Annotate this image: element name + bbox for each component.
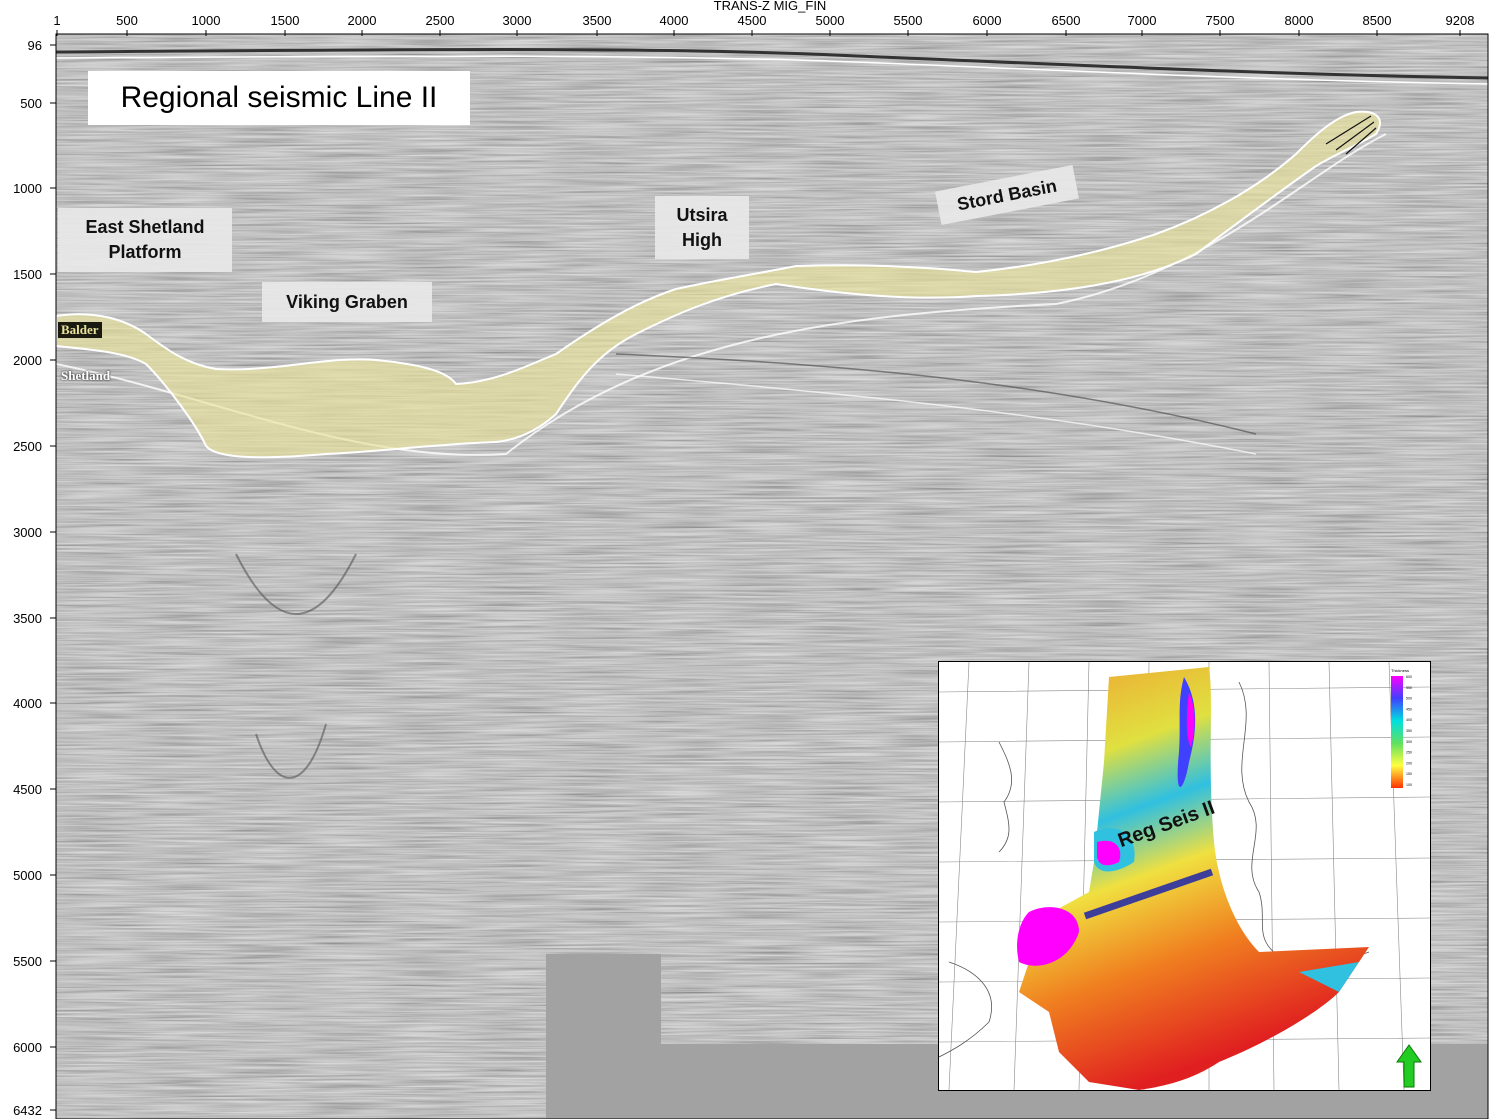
legend-tick-label: 150 bbox=[1406, 772, 1412, 776]
legend-tick-label: 550 bbox=[1406, 686, 1412, 690]
legend-tick-label: 350 bbox=[1406, 729, 1412, 733]
y-tick-label: 6432 bbox=[13, 1103, 42, 1118]
label-line: Utsira bbox=[676, 204, 728, 225]
x-tick-label: 7500 bbox=[1206, 13, 1235, 28]
y-tick-label: 2000 bbox=[13, 353, 42, 368]
x-tick-label: 5000 bbox=[816, 13, 845, 28]
y-tick-label: 1000 bbox=[13, 181, 42, 196]
section-title: TRANS-Z MIG_FIN bbox=[714, 0, 827, 13]
legend-ticks: 600 550 500 450 400 350 300 250 200 150 100 bbox=[1406, 675, 1412, 787]
x-tick-label: 6000 bbox=[973, 13, 1002, 28]
x-axis: 1 500 1000 1500 2000 2500 3000 3500 4000 4500 5000… bbox=[53, 13, 1474, 36]
y-axis: 96 500 1000 1500 2000 2500 3000 3500 4000 4500 500… bbox=[13, 38, 56, 1118]
y-tick-label: 2500 bbox=[13, 439, 42, 454]
legend-tick-label: 200 bbox=[1406, 761, 1412, 765]
y-tick-label: 6000 bbox=[13, 1040, 42, 1055]
x-tick-label: 3500 bbox=[583, 13, 612, 28]
label-viking-graben: Viking Graben bbox=[262, 282, 432, 322]
legend-tick-label: 450 bbox=[1406, 707, 1412, 711]
legend-tick-label: 250 bbox=[1406, 751, 1412, 755]
legend-tick-label: 600 bbox=[1406, 675, 1412, 679]
x-tick-label: 500 bbox=[116, 13, 138, 28]
label-east-shetland-platform: East Shetland Platform bbox=[58, 208, 232, 272]
legend-tick-label: 500 bbox=[1406, 697, 1412, 701]
legend-colorbar bbox=[1391, 676, 1403, 788]
x-tick-label: 1 bbox=[53, 13, 60, 28]
y-tick-label: 5000 bbox=[13, 868, 42, 883]
y-tick-label: 96 bbox=[28, 38, 42, 53]
x-tick-label: 3000 bbox=[503, 13, 532, 28]
x-tick-label: 1500 bbox=[271, 13, 300, 28]
y-tick-label: 4000 bbox=[13, 696, 42, 711]
page-title: Regional seismic Line II bbox=[88, 71, 470, 125]
inset-map: Thickness 600 550 500 450 400 350 300 250 200 150… bbox=[938, 661, 1431, 1091]
x-tick-label: 4000 bbox=[660, 13, 689, 28]
legend-title: Thickness bbox=[1391, 668, 1409, 673]
legend-tick-label: 300 bbox=[1406, 740, 1412, 744]
y-tick-label: 3500 bbox=[13, 611, 42, 626]
x-tick-label: 2000 bbox=[348, 13, 377, 28]
x-tick-label: 4500 bbox=[738, 13, 767, 28]
y-tick-label: 4500 bbox=[13, 782, 42, 797]
label-line: East Shetland bbox=[85, 217, 205, 237]
y-tick-label: 5500 bbox=[13, 954, 42, 969]
balder-label: Balder bbox=[58, 322, 102, 338]
x-tick-label: 1000 bbox=[192, 13, 221, 28]
label-utsira-high: Utsira High bbox=[655, 196, 749, 259]
thickness-map: Thickness 600 550 500 450 400 350 300 250 200 150… bbox=[939, 662, 1430, 1090]
x-tick-label: 5500 bbox=[894, 13, 923, 28]
legend-tick-label: 100 bbox=[1406, 783, 1412, 787]
x-tick-label: 8500 bbox=[1363, 13, 1392, 28]
label-line: High bbox=[682, 229, 722, 250]
y-tick-label: 500 bbox=[20, 96, 42, 111]
no-data-block bbox=[546, 954, 661, 1119]
north-arrow-icon bbox=[1396, 1044, 1422, 1088]
x-tick-label: 2500 bbox=[426, 13, 455, 28]
x-tick-label: 9208 bbox=[1446, 13, 1475, 28]
y-tick-label: 1500 bbox=[13, 267, 42, 282]
x-tick-label: 7000 bbox=[1128, 13, 1157, 28]
shetland-label: Shetland bbox=[61, 368, 111, 383]
legend-tick-label: 400 bbox=[1406, 718, 1412, 722]
label-line: Platform bbox=[108, 242, 182, 262]
x-tick-label: 6500 bbox=[1052, 13, 1081, 28]
y-tick-label: 3000 bbox=[13, 525, 42, 540]
x-tick-label: 8000 bbox=[1285, 13, 1314, 28]
